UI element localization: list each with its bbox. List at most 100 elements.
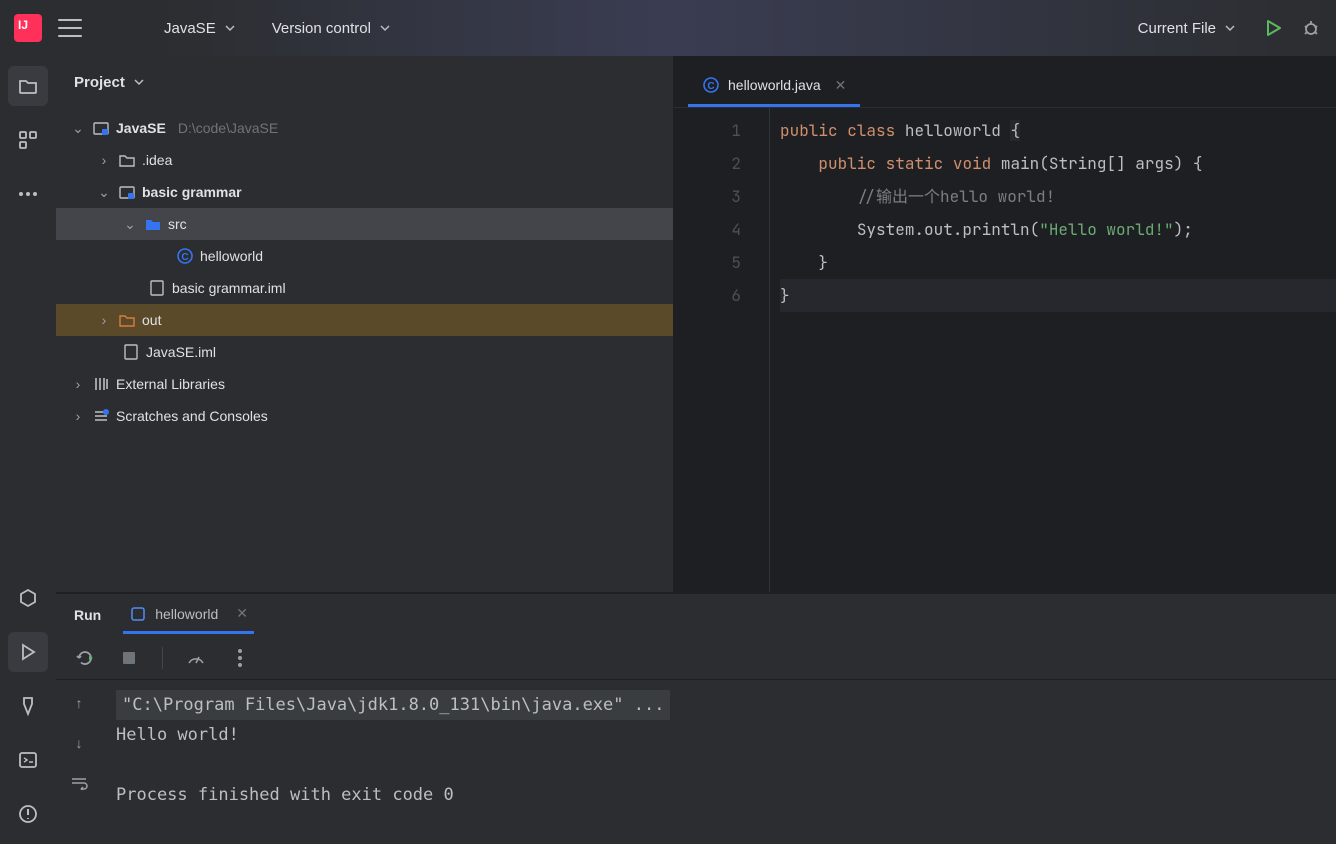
line-number: 6 [674,279,741,312]
run-panel: Run helloworld ✕ ↑ ↓ [56,592,1336,844]
terminal-tool-button[interactable] [8,740,48,780]
tree-idea-folder[interactable]: › .idea [56,144,673,176]
tree-iml-file[interactable]: basic grammar.iml [56,272,673,304]
tree-label: Scratches and Consoles [116,408,268,424]
chevron-down-icon [224,22,236,34]
tree-label: src [168,216,187,232]
soft-wrap-icon[interactable] [68,772,90,794]
app-icon [129,605,147,623]
editor-tab-label: helloworld.java [728,77,821,93]
tree-root-label: JavaSE [116,120,166,136]
project-panel: Project ⌄ JavaSE D:\code\JavaSE › .idea [56,56,674,592]
tree-label: JavaSE.iml [146,344,216,360]
tree-label: out [142,312,161,328]
run-tab[interactable]: helloworld ✕ [123,597,254,634]
file-icon [148,279,166,297]
project-tool-button[interactable] [8,66,48,106]
chevron-down-icon [133,76,145,88]
line-number: 4 [674,213,741,246]
vcs-menu-label: Version control [272,20,371,37]
module-icon [118,183,136,201]
folder-icon [118,151,136,169]
tree-module[interactable]: ⌄ basic grammar [56,176,673,208]
main-menu-button[interactable] [58,19,82,37]
class-icon: C [702,76,720,94]
problems-tool-button[interactable] [8,794,48,834]
more-tool-button[interactable] [8,174,48,214]
tree-root[interactable]: ⌄ JavaSE D:\code\JavaSE [56,112,673,144]
chevron-down-icon [1224,22,1236,34]
editor: C helloworld.java ✕ 1 2 3 4 5 6 public c… [674,56,1336,592]
expand-icon[interactable]: ⌄ [96,184,112,201]
console-gutter: ↑ ↓ [56,680,102,844]
chevron-down-icon [379,22,391,34]
close-run-tab-button[interactable]: ✕ [236,605,248,622]
run-button[interactable] [1262,17,1284,39]
services-tool-button[interactable] [8,578,48,618]
line-gutter: 1 2 3 4 5 6 [674,108,770,592]
file-icon [122,343,140,361]
run-panel-title: Run [74,607,101,623]
console-command: "C:\Program Files\Java\jdk1.8.0_131\bin\… [116,690,670,720]
performance-button[interactable] [185,647,207,669]
up-arrow-icon[interactable]: ↑ [68,692,90,714]
console-output[interactable]: "C:\Program Files\Java\jdk1.8.0_131\bin\… [102,680,1336,844]
run-tab-label: helloworld [155,606,218,622]
line-number: 5 [674,246,741,279]
run-toolbar [56,636,1336,680]
tree-out-folder[interactable]: › out [56,304,673,336]
run-tool-button[interactable] [8,632,48,672]
editor-tab[interactable]: C helloworld.java ✕ [688,66,860,107]
tree-root-path: D:\code\JavaSE [178,120,278,136]
tree-label: External Libraries [116,376,225,392]
project-menu[interactable]: JavaSE [154,14,246,43]
run-config-label: Current File [1138,20,1216,37]
line-number: 3 [674,180,741,213]
expand-icon[interactable]: › [70,408,86,424]
more-actions-button[interactable] [229,647,251,669]
tree-label: basic grammar.iml [172,280,286,296]
code-area[interactable]: 1 2 3 4 5 6 public class helloworld { pu… [674,108,1336,592]
run-config-selector[interactable]: Current File [1128,14,1246,43]
close-tab-button[interactable]: ✕ [835,77,847,94]
class-icon: C [176,247,194,265]
expand-icon[interactable]: › [96,152,112,168]
project-panel-header[interactable]: Project [56,56,673,108]
expand-icon[interactable]: › [96,312,112,328]
tree-src-folder[interactable]: ⌄ src [56,208,673,240]
expand-icon[interactable]: ⌄ [122,216,138,233]
editor-tabbar: C helloworld.java ✕ [674,56,1336,108]
module-icon [92,119,110,137]
debug-button[interactable] [1300,17,1322,39]
tree-label: helloworld [200,248,263,264]
excluded-folder-icon [118,311,136,329]
build-tool-button[interactable] [8,686,48,726]
rerun-button[interactable] [74,647,96,669]
source-folder-icon [144,215,162,233]
stop-button[interactable] [118,647,140,669]
tree-label: basic grammar [142,184,242,200]
project-menu-label: JavaSE [164,20,216,37]
tree-external-libs[interactable]: › External Libraries [56,368,673,400]
tree-label: .idea [142,152,172,168]
expand-icon[interactable]: ⌄ [70,120,86,137]
console-exit: Process finished with exit code 0 [116,780,1322,810]
expand-icon[interactable]: › [70,376,86,392]
tree-project-iml[interactable]: JavaSE.iml [56,336,673,368]
tree-scratches[interactable]: › Scratches and Consoles [56,400,673,432]
vcs-menu[interactable]: Version control [262,14,401,43]
svg-text:C: C [181,252,188,263]
app-logo [14,14,42,42]
line-number: 2 [674,147,741,180]
structure-tool-button[interactable] [8,120,48,160]
project-panel-title: Project [74,74,125,91]
down-arrow-icon[interactable]: ↓ [68,732,90,754]
tree-class-file[interactable]: C helloworld [56,240,673,272]
code-body[interactable]: public class helloworld { public static … [770,108,1336,592]
console-line: Hello world! [116,720,1322,750]
svg-text:C: C [707,81,714,92]
topbar: JavaSE Version control Current File [0,0,1336,56]
project-tree: ⌄ JavaSE D:\code\JavaSE › .idea ⌄ basic … [56,108,673,592]
scratch-icon [92,407,110,425]
line-number: 1 [674,114,741,147]
